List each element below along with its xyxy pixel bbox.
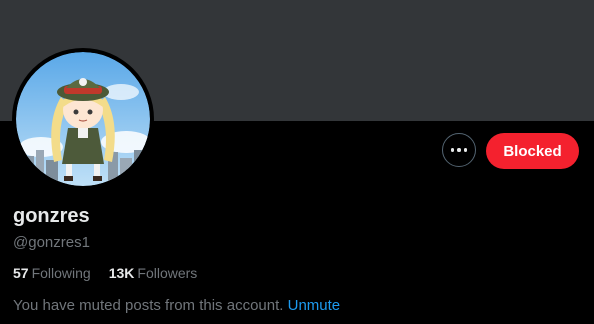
profile-stats: 57 Following 13K Followers (13, 265, 197, 281)
more-dots-icon (450, 148, 468, 152)
followers-count: 13K (108, 265, 135, 281)
display-name: gonzres (13, 205, 90, 227)
following-link[interactable]: 57 Following (13, 265, 91, 281)
muted-notice-text: You have muted posts from this account. (13, 297, 284, 314)
unmute-link[interactable]: Unmute (288, 297, 341, 314)
more-options-button[interactable] (442, 133, 476, 167)
following-label: Following (31, 265, 91, 281)
blocked-button[interactable]: Blocked (486, 133, 579, 169)
muted-notice: You have muted posts from this account. … (13, 297, 340, 314)
avatar-container[interactable] (12, 48, 154, 190)
following-count: 57 (13, 265, 29, 281)
followers-link[interactable]: 13K Followers (109, 265, 198, 281)
user-handle: @gonzres1 (13, 234, 90, 251)
avatar[interactable] (16, 52, 150, 186)
followers-label: Followers (137, 265, 198, 281)
